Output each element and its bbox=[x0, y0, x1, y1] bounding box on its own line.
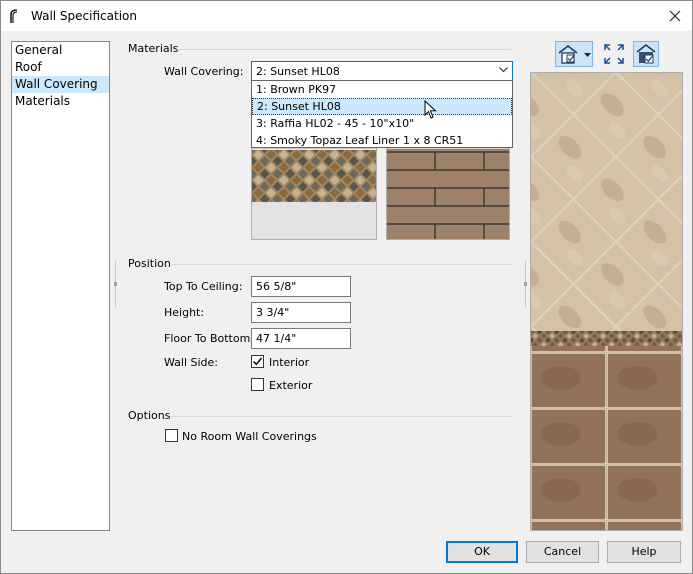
brown-tile-image bbox=[387, 142, 509, 239]
right-splitter[interactable] bbox=[524, 261, 527, 307]
chevron-down-icon bbox=[499, 67, 508, 73]
dropdown-arrow-icon bbox=[584, 53, 591, 57]
wall-covering-value: 2: Sunset HL08 bbox=[256, 65, 340, 78]
interior-checkbox[interactable] bbox=[251, 355, 264, 368]
dropdown-option[interactable]: 1: Brown PK97 bbox=[252, 81, 512, 98]
wall-render-image bbox=[531, 73, 682, 530]
material-preview-sunset[interactable] bbox=[251, 141, 377, 240]
sunset-tile-image bbox=[252, 142, 376, 239]
mouse-cursor-icon bbox=[424, 100, 437, 119]
materials-group-label: Materials bbox=[128, 42, 179, 55]
left-splitter[interactable] bbox=[114, 261, 117, 307]
splitter-grip-icon bbox=[524, 261, 527, 307]
top-to-ceiling-field[interactable]: 56 5/8" bbox=[251, 276, 351, 297]
no-room-wall-coverings-checkbox[interactable] bbox=[165, 429, 178, 442]
dropdown-option[interactable]: 3: Raffia HL02 - 45 - 10"x10" bbox=[252, 115, 512, 132]
nav-item-wall-covering[interactable]: Wall Covering bbox=[12, 76, 109, 93]
wall-app-icon bbox=[10, 9, 18, 23]
help-button[interactable]: Help bbox=[607, 541, 681, 563]
options-group-label: Options bbox=[128, 409, 171, 422]
checkmark-icon bbox=[253, 357, 263, 366]
wall-side-label: Wall Side: bbox=[164, 356, 219, 369]
wall-view-button[interactable] bbox=[633, 41, 659, 67]
materials-divider bbox=[177, 49, 511, 50]
wall-covering-dropdown: 1: Brown PK97 2: Sunset HL08 3: Raffia H… bbox=[251, 80, 513, 148]
wall-view-icon bbox=[636, 43, 656, 64]
wall-specification-dialog: Wall Specification General Roof Wall Cov… bbox=[0, 0, 693, 574]
exterior-checkbox[interactable] bbox=[251, 378, 264, 391]
window-title: Wall Specification bbox=[31, 9, 137, 23]
wall-covering-combo[interactable]: 2: Sunset HL08 bbox=[251, 61, 513, 81]
material-preview-brown-tile[interactable] bbox=[386, 141, 510, 240]
options-divider bbox=[171, 416, 511, 417]
ok-button[interactable]: OK bbox=[446, 541, 518, 563]
splitter-grip-icon bbox=[114, 261, 117, 307]
fit-view-icon bbox=[604, 44, 624, 64]
close-button[interactable] bbox=[660, 1, 690, 31]
position-divider bbox=[171, 264, 511, 265]
nav-item-general[interactable]: General bbox=[12, 42, 109, 59]
wall-covering-label: Wall Covering: bbox=[164, 65, 244, 78]
house-view-icon bbox=[558, 44, 578, 64]
title-bar: Wall Specification bbox=[1, 1, 692, 31]
floor-to-bottom-label: Floor To Bottom: bbox=[164, 332, 254, 345]
exterior-label[interactable]: Exterior bbox=[269, 379, 312, 392]
cancel-button[interactable]: Cancel bbox=[526, 541, 599, 563]
dropdown-option-selected[interactable]: 2: Sunset HL08 bbox=[252, 98, 512, 115]
no-room-wall-coverings-label[interactable]: No Room Wall Coverings bbox=[182, 430, 317, 443]
fit-view-button[interactable] bbox=[601, 41, 627, 67]
height-label: Height: bbox=[164, 306, 205, 319]
category-list: General Roof Wall Covering Materials bbox=[11, 41, 110, 531]
nav-item-materials[interactable]: Materials bbox=[12, 93, 109, 110]
floor-to-bottom-field[interactable]: 47 1/4" bbox=[251, 328, 351, 349]
close-icon bbox=[669, 10, 681, 22]
height-field[interactable]: 3 3/4" bbox=[251, 302, 351, 323]
view-type-button[interactable] bbox=[555, 41, 593, 67]
interior-label[interactable]: Interior bbox=[269, 356, 309, 369]
wall-preview-render bbox=[530, 72, 683, 531]
top-to-ceiling-label: Top To Ceiling: bbox=[164, 280, 243, 293]
nav-item-roof[interactable]: Roof bbox=[12, 59, 109, 76]
position-group-label: Position bbox=[128, 257, 171, 270]
dropdown-option[interactable]: 4: Smoky Topaz Leaf Liner 1 x 8 CR51 bbox=[252, 132, 512, 149]
